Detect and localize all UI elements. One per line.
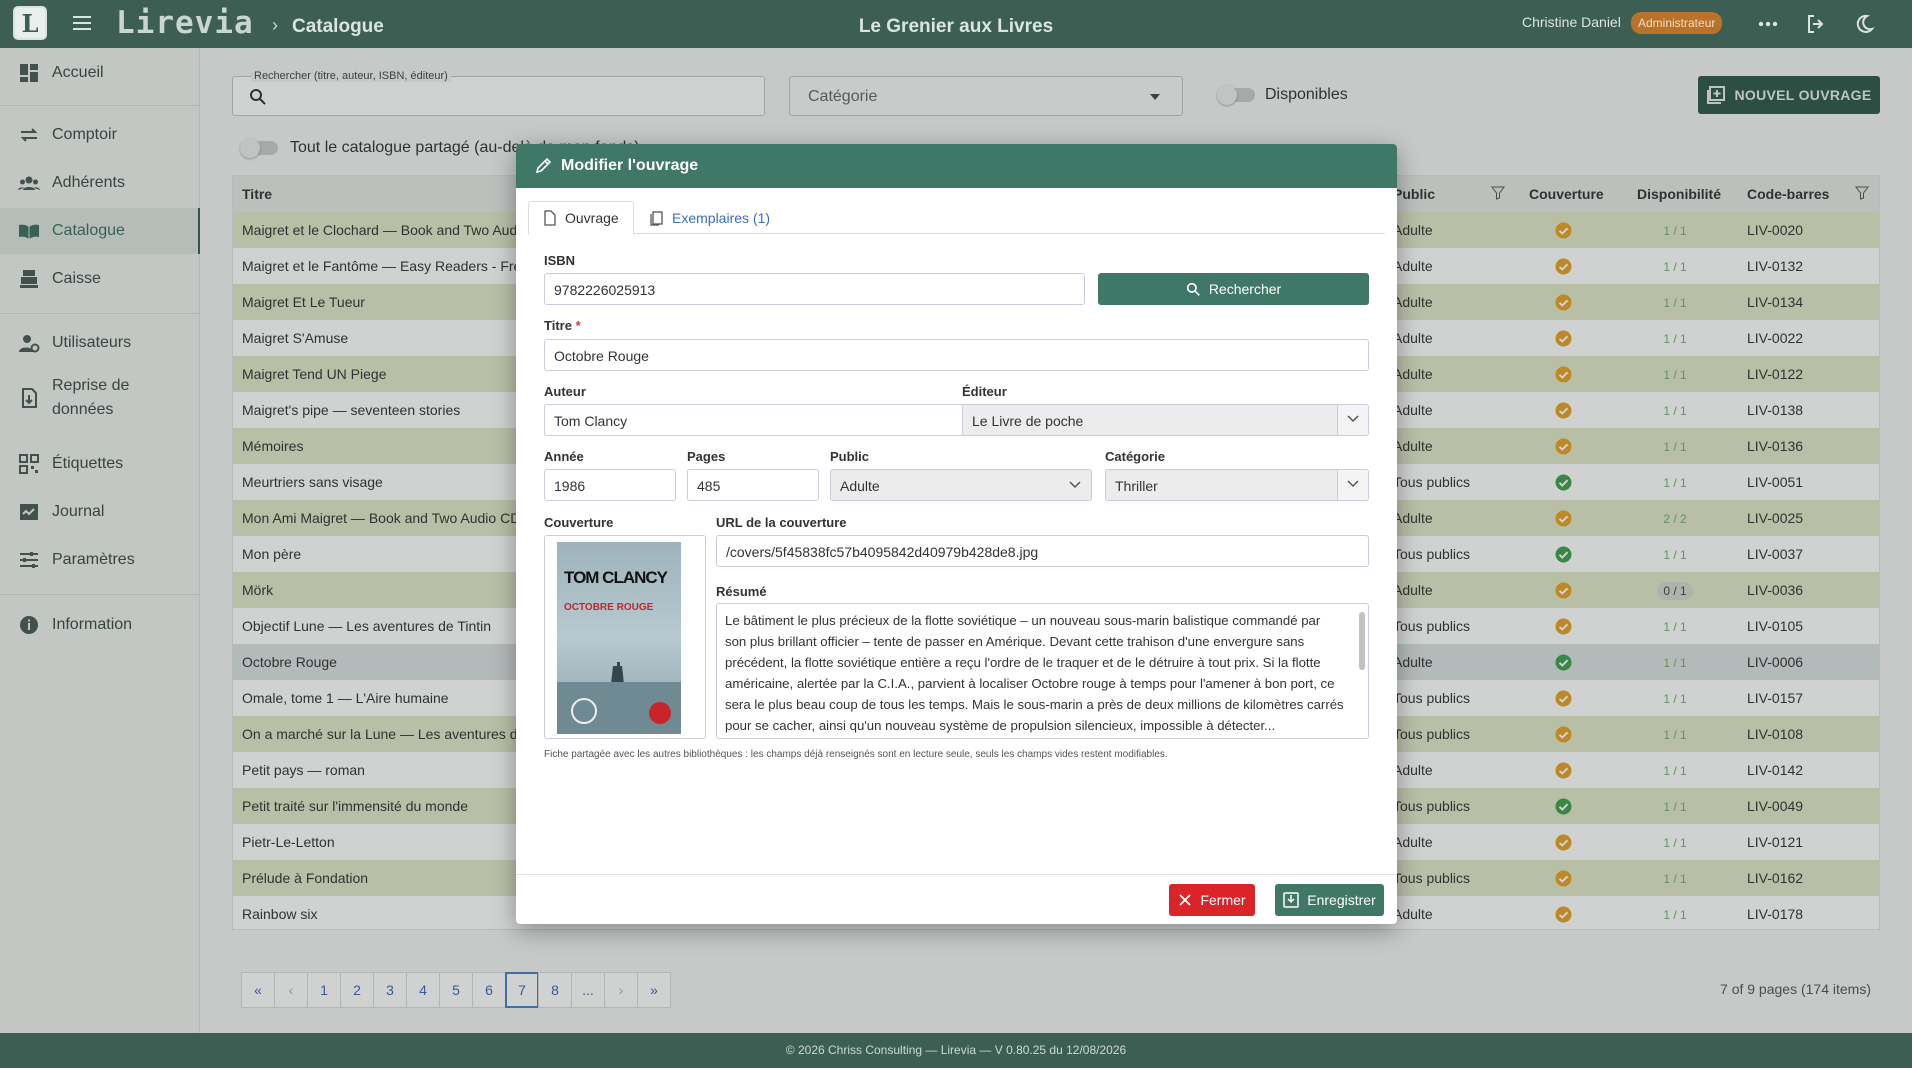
brand-name[interactable]: Lirevia xyxy=(116,5,254,41)
site-name: Le Grenier aux Livres xyxy=(858,16,1054,37)
search-icon xyxy=(1186,282,1200,296)
title-label-text: Titre xyxy=(544,318,572,333)
category-label: Catégorie xyxy=(1105,449,1165,464)
year-label: Année xyxy=(544,449,584,464)
dropdown-button[interactable] xyxy=(1337,405,1368,435)
public-value: Adulte xyxy=(840,478,880,494)
publisher-logo-icon xyxy=(649,702,671,724)
title-field[interactable]: Octobre Rouge xyxy=(544,339,1369,371)
scrollbar[interactable] xyxy=(1359,612,1365,670)
close-button-label: Fermer xyxy=(1200,892,1246,908)
close-icon xyxy=(1179,894,1192,906)
save-button-label: Enregistrer xyxy=(1307,892,1376,908)
year-field[interactable]: 1986 xyxy=(544,469,676,501)
chevron-down-icon xyxy=(1069,481,1081,489)
isbn-field[interactable]: 9782226025913 xyxy=(544,273,1085,305)
cover-url-label: URL de la couverture xyxy=(716,515,847,530)
more-icon[interactable] xyxy=(1756,12,1780,36)
menu-icon[interactable] xyxy=(73,13,95,33)
tab-label: Exemplaires (1) xyxy=(672,210,771,226)
cover-url-field[interactable]: /covers/5f45838fc57b4095842d40979b428de8… xyxy=(716,535,1369,567)
summary-text: Le bâtiment le plus précieux de la flott… xyxy=(725,613,1344,733)
pages-field[interactable]: 485 xyxy=(687,469,819,501)
category-value: Thriller xyxy=(1115,478,1158,494)
award-seal-icon xyxy=(571,698,597,724)
copies-icon xyxy=(650,211,663,226)
document-icon xyxy=(544,210,556,226)
required-marker: * xyxy=(575,318,581,333)
save-icon xyxy=(1283,892,1300,908)
save-button[interactable]: Enregistrer xyxy=(1275,884,1384,916)
footer: © 2026 Chriss Consulting — Lirevia — V 0… xyxy=(0,1033,1912,1068)
chevron-down-icon xyxy=(1347,480,1359,488)
title-label: Titre * xyxy=(544,318,581,333)
pages-label: Pages xyxy=(687,449,726,464)
cover-preview[interactable]: TOM CLANCY OCTOBRE ROUGE xyxy=(544,535,706,739)
public-label: Public xyxy=(830,449,870,464)
chevron-down-icon xyxy=(1347,415,1359,423)
close-button[interactable]: Fermer xyxy=(1169,884,1255,916)
cover-image: TOM CLANCY OCTOBRE ROUGE xyxy=(557,542,681,734)
cover-title: OCTOBRE ROUGE xyxy=(564,602,654,613)
app-logo[interactable]: L xyxy=(13,6,47,40)
publisher-label: Éditeur xyxy=(962,384,1007,399)
chevron-right-icon: › xyxy=(272,15,278,35)
category-field[interactable]: Thriller xyxy=(1105,469,1369,501)
search-button-label: Rechercher xyxy=(1208,281,1282,297)
modal-header: Modifier l'ouvrage xyxy=(516,144,1397,188)
publisher-value: Le Livre de poche xyxy=(972,413,1084,429)
logout-icon[interactable] xyxy=(1804,12,1828,36)
author-label: Auteur xyxy=(544,384,586,399)
summary-label: Résumé xyxy=(716,584,767,599)
publisher-select[interactable]: Le Livre de poche xyxy=(962,404,1369,436)
modal-footer xyxy=(516,874,1397,875)
user-name: Christine Daniel xyxy=(1522,14,1621,30)
pencil-icon xyxy=(535,157,552,174)
tab-label: Ouvrage xyxy=(565,210,619,226)
role-badge: Administrateur xyxy=(1631,12,1723,34)
top-bar: L Lirevia › Catalogue Le Grenier aux Liv… xyxy=(0,0,1912,48)
tab-ouvrage[interactable]: Ouvrage xyxy=(528,201,634,235)
modal-tabs: Ouvrage Exemplaires (1) xyxy=(528,201,1385,235)
isbn-search-button[interactable]: Rechercher xyxy=(1098,273,1369,305)
public-select[interactable]: Adulte xyxy=(830,469,1092,501)
shared-record-note: Fiche partagée avec les autres bibliothè… xyxy=(544,749,1168,760)
modal-title: Modifier l'ouvrage xyxy=(561,157,699,174)
breadcrumb: Catalogue xyxy=(292,16,384,37)
tab-exemplaires[interactable]: Exemplaires (1) xyxy=(636,201,784,235)
dark-mode-icon[interactable] xyxy=(1852,12,1876,36)
dropdown-button[interactable] xyxy=(1337,470,1368,500)
cover-author: TOM CLANCY xyxy=(564,568,668,587)
summary-textarea[interactable]: Le bâtiment le plus précieux de la flott… xyxy=(716,603,1369,739)
author-field[interactable]: Tom Clancy xyxy=(544,404,966,436)
edit-book-modal: Modifier l'ouvrage Ouvrage Exemplaires (… xyxy=(516,144,1397,924)
cover-label: Couverture xyxy=(544,515,614,530)
isbn-label: ISBN xyxy=(544,253,576,268)
